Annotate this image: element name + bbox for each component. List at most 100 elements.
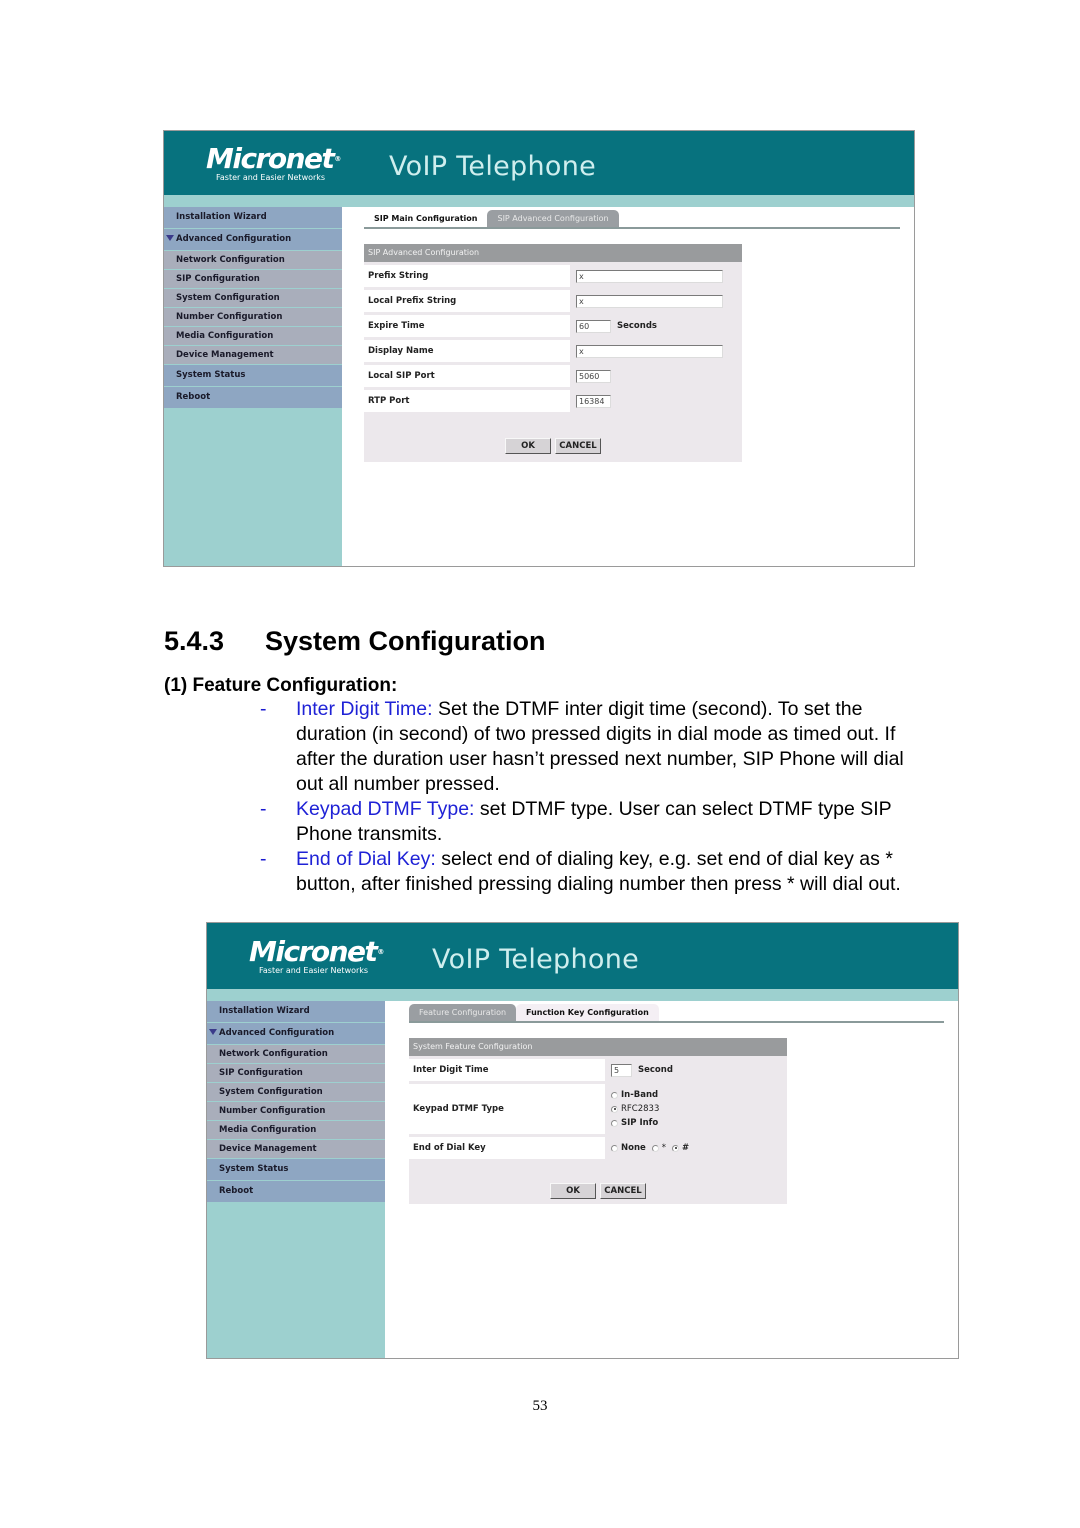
cancel-button[interactable]: CANCEL (555, 438, 601, 454)
sidebar-item-label: Device Management (176, 350, 274, 360)
sidebar-item-device-management[interactable]: Device Management (207, 1140, 385, 1158)
bullet-inter-digit-time: - Inter Digit Time: Set the DTMF inter d… (258, 697, 928, 797)
field-label: End of Dial Key (409, 1137, 605, 1159)
sip-advanced-panel: SIP Advanced Configuration Prefix String… (364, 244, 742, 462)
app-title: VoIP Telephone (389, 151, 597, 182)
sub-bar (164, 195, 914, 207)
sidebar-item-label: Media Configuration (176, 331, 274, 341)
dtmf-option-sip-info[interactable]: SIP Info (611, 1116, 658, 1130)
bullet-dash: - (260, 848, 267, 870)
inter-digit-time-input[interactable]: 5 (611, 1063, 632, 1077)
header-banner: Micronet® Faster and Easier Networks VoI… (164, 131, 914, 195)
micronet-logo: Micronet® Faster and Easier Networks (206, 145, 341, 183)
sidebar-item-number-configuration[interactable]: Number Configuration (164, 308, 342, 326)
logo-text: Micronet (249, 935, 378, 968)
sidebar-item-label: Advanced Configuration (219, 1028, 335, 1038)
sidebar-item-label: Media Configuration (219, 1125, 317, 1135)
sidebar-nav: Installation Wizard Advanced Configurati… (164, 207, 342, 566)
form-row-display-name: Display Name x (364, 340, 742, 362)
sidebar-item-system-configuration[interactable]: System Configuration (164, 289, 342, 307)
sidebar-item-label: System Configuration (176, 293, 280, 303)
end-key-option-none[interactable]: None (611, 1141, 646, 1155)
sidebar-item-advanced-configuration[interactable]: Advanced Configuration (207, 1023, 385, 1044)
subsection-heading: (1) Feature Configuration: (164, 675, 398, 696)
rtp-port-input[interactable]: 16384 (576, 394, 611, 408)
seconds-unit: Seconds (617, 321, 657, 331)
system-feature-panel: System Feature Configuration Inter Digit… (409, 1038, 787, 1204)
sub-bar (207, 989, 958, 1001)
sidebar-item-installation-wizard[interactable]: Installation Wizard (207, 1001, 385, 1022)
sidebar-item-system-status[interactable]: System Status (164, 365, 342, 386)
ok-button[interactable]: OK (550, 1183, 596, 1199)
second-unit: Second (638, 1065, 673, 1075)
sidebar-item-label: SIP Configuration (219, 1068, 303, 1078)
sidebar-item-sip-configuration[interactable]: SIP Configuration (164, 270, 342, 288)
field-label: RTP Port (364, 390, 570, 412)
dtmf-option-rfc2833[interactable]: RFC2833 (611, 1102, 659, 1116)
field-label: Local SIP Port (364, 365, 570, 387)
field-label: Local Prefix String (364, 290, 570, 312)
sidebar-item-device-management[interactable]: Device Management (164, 346, 342, 364)
display-name-input[interactable]: x (576, 344, 723, 358)
radio-unchecked-icon[interactable] (611, 1091, 618, 1099)
form-row-local-prefix-string: Local Prefix String x (364, 290, 742, 312)
end-key-option-star[interactable]: * (651, 1141, 667, 1155)
sidebar-item-system-status[interactable]: System Status (207, 1159, 385, 1180)
section-number: 5.4.3 (164, 626, 225, 656)
radio-checked-icon[interactable] (672, 1144, 680, 1152)
option-label: None (621, 1143, 646, 1153)
sidebar-item-label: Number Configuration (176, 312, 283, 322)
sidebar-item-media-configuration[interactable]: Media Configuration (207, 1121, 385, 1139)
registered-mark: ® (334, 155, 341, 163)
sidebar-item-label: Reboot (176, 392, 211, 402)
tab-sip-advanced-configuration[interactable]: SIP Advanced Configuration (487, 210, 619, 227)
sidebar-item-media-configuration[interactable]: Media Configuration (164, 327, 342, 345)
ok-button[interactable]: OK (505, 438, 551, 454)
radio-unchecked-icon[interactable] (651, 1144, 659, 1152)
bullet-keypad-dtmf-type: - Keypad DTMF Type: set DTMF type. User … (258, 797, 928, 847)
tab-bar: SIP Main Configuration SIP Advanced Conf… (364, 210, 619, 227)
option-label: # (682, 1143, 690, 1153)
form-row-end-of-dial-key: End of Dial Key None * # (409, 1137, 787, 1159)
bullet-term: Keypad DTMF Type: (296, 798, 475, 820)
radio-unchecked-icon[interactable] (611, 1119, 618, 1127)
tab-function-key-configuration[interactable]: Function Key Configuration (516, 1004, 659, 1021)
radio-unchecked-icon[interactable] (611, 1144, 618, 1152)
sidebar-item-network-configuration[interactable]: Network Configuration (164, 251, 342, 269)
option-label: * (661, 1143, 667, 1153)
sidebar-item-label: System Status (176, 370, 246, 380)
expire-time-input[interactable]: 60 (576, 319, 611, 333)
feature-bullet-list: - Inter Digit Time: Set the DTMF inter d… (258, 697, 928, 897)
local-prefix-string-input[interactable]: x (576, 294, 723, 308)
panel-title: System Feature Configuration (409, 1038, 787, 1056)
sidebar-item-network-configuration[interactable]: Network Configuration (207, 1045, 385, 1063)
sidebar-item-reboot[interactable]: Reboot (164, 387, 342, 408)
tab-feature-configuration[interactable]: Feature Configuration (409, 1004, 517, 1021)
sidebar-item-system-configuration[interactable]: System Configuration (207, 1083, 385, 1101)
form-row-prefix-string: Prefix String x (364, 265, 742, 287)
local-sip-port-input[interactable]: 5060 (576, 369, 611, 383)
field-label: Prefix String (364, 265, 570, 287)
bullet-dash: - (260, 698, 267, 720)
section-heading: 5.4.3 System Configuration (164, 626, 546, 657)
sidebar-item-installation-wizard[interactable]: Installation Wizard (164, 207, 342, 228)
form-row-rtp-port: RTP Port 16384 (364, 390, 742, 412)
tab-sip-main-configuration[interactable]: SIP Main Configuration (364, 210, 488, 227)
sidebar-item-label: Reboot (219, 1186, 254, 1196)
form-row-local-sip-port: Local SIP Port 5060 (364, 365, 742, 387)
sidebar-item-sip-configuration[interactable]: SIP Configuration (207, 1064, 385, 1082)
end-key-option-hash[interactable]: # (672, 1141, 689, 1155)
cancel-button[interactable]: CANCEL (600, 1183, 646, 1199)
panel-title: SIP Advanced Configuration (364, 244, 742, 262)
dtmf-option-in-band[interactable]: In-Band (611, 1088, 658, 1102)
triangle-down-icon (209, 1029, 217, 1035)
page-number: 53 (532, 1398, 548, 1414)
prefix-string-input[interactable]: x (576, 269, 723, 283)
radio-checked-icon[interactable] (611, 1105, 618, 1113)
form-buttons: OK CANCEL (364, 438, 742, 454)
sidebar-item-reboot[interactable]: Reboot (207, 1181, 385, 1202)
sidebar-item-label: Device Management (219, 1144, 317, 1154)
sidebar-item-number-configuration[interactable]: Number Configuration (207, 1102, 385, 1120)
sidebar-item-advanced-configuration[interactable]: Advanced Configuration (164, 229, 342, 250)
field-label: Inter Digit Time (409, 1059, 605, 1081)
